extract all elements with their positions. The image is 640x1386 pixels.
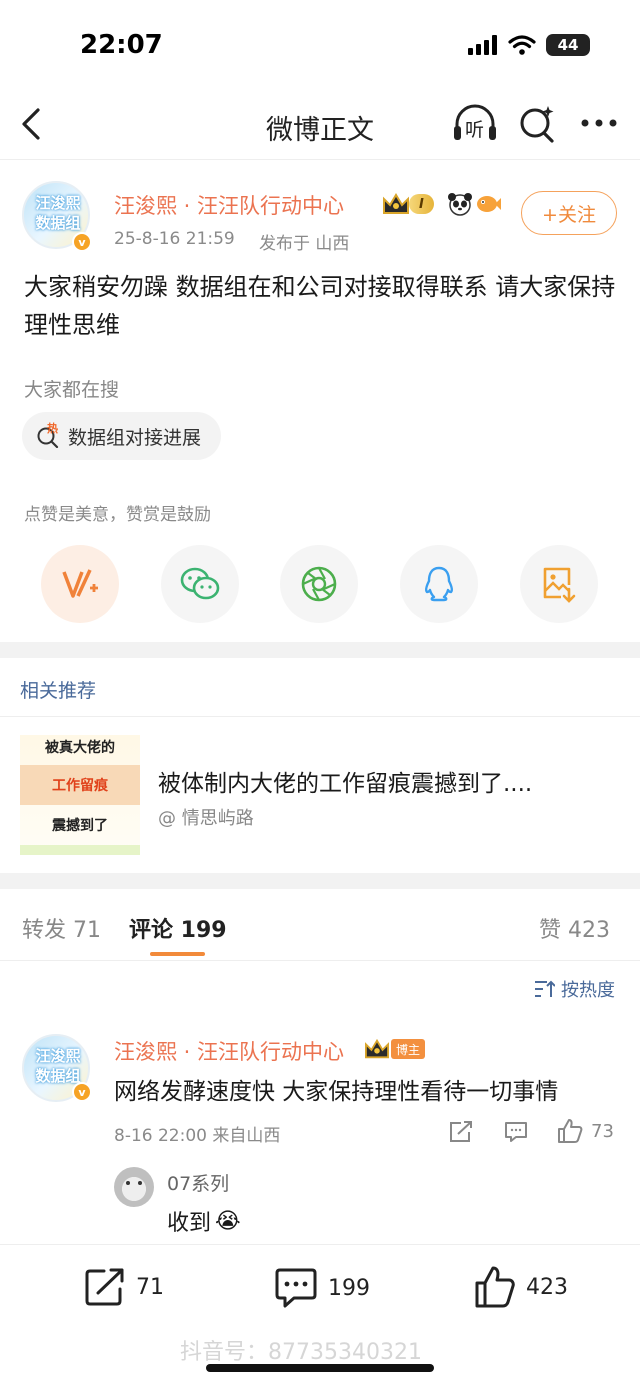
tab-repost[interactable]: 转发 71 (22, 912, 101, 944)
host-badge: 博主 (391, 1039, 426, 1059)
comment-badges: 博主 (363, 1037, 426, 1061)
signal-icon (468, 35, 497, 55)
fish-icon (477, 196, 501, 212)
save-image-icon (543, 567, 576, 603)
related-author[interactable]: @ 情思屿路 (158, 804, 254, 830)
section-divider (0, 642, 640, 658)
praise-label: 点赞是美意，赞赏是鼓励 (24, 505, 211, 525)
divider-line (0, 960, 640, 961)
comment-author-name[interactable]: 汪浚熙 · 汪汪队行动中心 (114, 1036, 344, 1066)
active-tab-indicator (150, 952, 205, 956)
battery-icon: 44 (546, 34, 590, 56)
author-name[interactable]: 汪浚熙 · 汪汪队行动中心 (114, 190, 344, 220)
comment-button[interactable]: 199 (274, 1267, 370, 1309)
follow-button[interactable]: +关注 (521, 191, 617, 235)
like-count: 423 (526, 1274, 568, 1300)
comment-like-count: 73 (591, 1120, 614, 1142)
sort-button[interactable]: 按热度 (533, 976, 615, 1002)
post-text: 大家稍安勿躁 数据组在和公司对接取得联系 请大家保持理性思维 (24, 273, 616, 339)
status-icons: 44 (468, 34, 590, 56)
divider-line (0, 716, 640, 717)
crown-icon (383, 193, 409, 214)
listen-label: 听 (465, 119, 485, 141)
share-moments-button[interactable] (280, 545, 358, 623)
reply-content: 收到 (167, 1211, 212, 1236)
related-section-label: 相关推荐 (20, 680, 97, 702)
moments-icon (301, 566, 337, 602)
comment-icon (275, 1268, 317, 1308)
repost-button[interactable]: 71 (84, 1267, 164, 1307)
reply-text: 收到 😭 (167, 1205, 241, 1237)
nav-bar: 微博正文 听 (0, 90, 640, 160)
avatar-text: 数据组 (35, 1067, 81, 1085)
thumbs-up-icon (558, 1119, 583, 1143)
hot-search-label: 大家都在搜 (24, 379, 120, 401)
post-timestamp: 25-8-16 21:59 (114, 229, 235, 249)
reward-button[interactable] (41, 545, 119, 623)
reply-author-name[interactable]: 07系列 (167, 1169, 229, 1196)
listen-button[interactable]: 听 (452, 102, 498, 146)
share-comment-icon[interactable] (449, 1121, 473, 1143)
qq-icon (424, 566, 454, 602)
comment-meta: 8-16 22:00 来自山西 (114, 1126, 281, 1146)
like-icon (475, 1266, 515, 1308)
wifi-icon (508, 35, 536, 55)
hot-search-icon: 热 (36, 422, 60, 448)
crying-emoji-icon: 😭 (215, 1208, 241, 1234)
verified-badge-icon: v (72, 232, 92, 252)
comment-like-button[interactable]: 73 (557, 1118, 614, 1144)
reply-avatar[interactable] (114, 1167, 154, 1207)
avatar-text: 汪浚熙 (35, 194, 81, 212)
avatar-text: 数据组 (35, 214, 81, 232)
comment-text: 网络发酵速度快 大家保持理性看待一切事情 (114, 1079, 559, 1105)
sort-label: 按热度 (561, 980, 615, 1001)
share-wechat-button[interactable] (161, 545, 239, 623)
thumb-footer (20, 845, 140, 855)
hot-search-chip[interactable]: 热 数据组对接进展 (22, 412, 222, 460)
vip-crown-badge: I (381, 191, 434, 217)
save-image-button[interactable] (520, 545, 598, 623)
hot-label: 热 (47, 422, 58, 435)
panda-icon (448, 193, 472, 216)
reward-icon (62, 569, 98, 598)
reply-comment-icon[interactable] (504, 1121, 528, 1143)
section-divider (0, 873, 640, 889)
thumb-text: 被真大佬的 (45, 740, 115, 756)
more-icon[interactable] (580, 118, 618, 128)
wechat-icon (180, 567, 220, 600)
home-indicator[interactable] (206, 1364, 434, 1372)
verified-badge-icon: v (72, 1082, 92, 1102)
comment-count: 199 (328, 1275, 370, 1301)
post-location: 发布于 山西 (259, 234, 350, 254)
repost-icon (85, 1268, 124, 1306)
crown-icon (365, 1038, 389, 1059)
status-time: 22:07 (80, 30, 163, 60)
vip-level-badge: I (409, 194, 434, 214)
like-button[interactable]: 423 (474, 1265, 568, 1309)
related-title[interactable]: 被体制内大佬的工作留痕震撼到了.... (158, 764, 532, 798)
tab-like[interactable]: 赞 423 (539, 912, 610, 944)
related-thumbnail[interactable]: 被真大佬的 工作留痕 震撼到了 (20, 735, 140, 855)
sort-icon (535, 980, 555, 997)
tab-comment[interactable]: 评论 199 (129, 912, 227, 944)
share-qq-button[interactable] (400, 545, 478, 623)
thumb-text: 工作留痕 (52, 778, 108, 794)
repost-count: 71 (136, 1274, 164, 1300)
avatar-text: 汪浚熙 (35, 1047, 81, 1065)
search-icon[interactable] (518, 104, 556, 144)
watermark: 抖音号：87735340321 (180, 1340, 422, 1365)
thumb-text: 震撼到了 (52, 818, 108, 834)
hot-search-text: 数据组对接进展 (68, 426, 202, 449)
